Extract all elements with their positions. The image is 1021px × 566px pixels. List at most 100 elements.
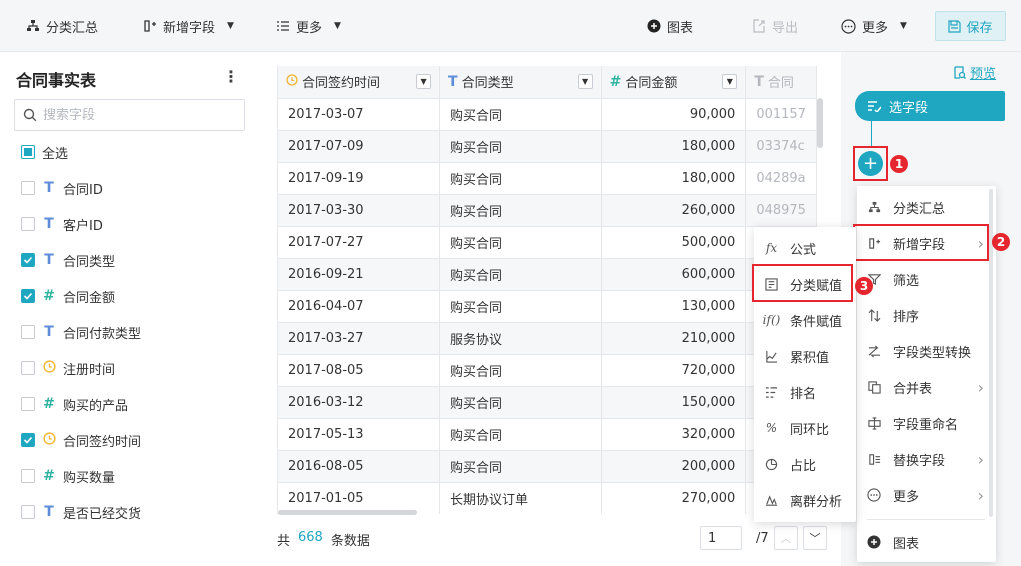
menu-divider bbox=[867, 519, 985, 520]
checkbox-checked[interactable] bbox=[21, 289, 35, 303]
column-header[interactable]: # 合同金额 ▼ bbox=[601, 66, 747, 99]
sort-icon bbox=[867, 308, 881, 322]
plus-circle-icon bbox=[647, 19, 661, 33]
replace-icon bbox=[867, 452, 881, 466]
checkbox[interactable] bbox=[21, 181, 35, 195]
more-left-button[interactable]: 更多 ▼ bbox=[276, 14, 341, 38]
table-row[interactable]: 2017-07-27 购买合同 500,000 bbox=[278, 226, 817, 259]
submenu-item-label: 公式 bbox=[790, 242, 817, 258]
submenu-item[interactable]: 占比 bbox=[754, 446, 856, 482]
menu-item[interactable]: 筛选 bbox=[857, 261, 996, 297]
menu-item[interactable]: 字段重命名 bbox=[857, 405, 996, 441]
vertical-scrollbar[interactable] bbox=[817, 98, 823, 148]
new-field-button[interactable]: 新增字段 ▼ bbox=[143, 14, 234, 38]
column-header[interactable]: T 合同 bbox=[745, 66, 817, 99]
checkbox[interactable] bbox=[21, 217, 35, 231]
table-row[interactable]: 2016-09-21 购买合同 600,000 bbox=[278, 258, 817, 291]
table-cell: 600,000 bbox=[601, 258, 747, 291]
page-number-input[interactable] bbox=[700, 526, 742, 550]
field-label: 合同付款类型 bbox=[63, 326, 142, 342]
submenu-item[interactable]: % 同环比 bbox=[754, 410, 856, 446]
submenu-item[interactable]: if() 条件赋值 bbox=[754, 302, 856, 338]
table-row[interactable]: 2017-05-13 购买合同 320,000 bbox=[278, 418, 817, 451]
field-item[interactable]: T 合同类型 bbox=[21, 250, 115, 270]
checkbox[interactable] bbox=[21, 469, 35, 483]
field-label: 合同类型 bbox=[63, 254, 116, 270]
column-header[interactable]: 合同签约时间 ▼ bbox=[278, 66, 441, 99]
save-label: 保存 bbox=[966, 20, 993, 36]
date-type-icon bbox=[286, 74, 298, 90]
field-item[interactable]: # 合同金额 bbox=[21, 286, 115, 306]
table-row[interactable]: 2017-03-07 购买合同 90,000 001157 bbox=[278, 98, 817, 131]
field-item[interactable]: 合同签约时间 bbox=[21, 430, 141, 450]
table-cell: 2016-04-07 bbox=[278, 290, 441, 323]
field-item[interactable]: # 购买数量 bbox=[21, 466, 115, 486]
column-dropdown-icon[interactable]: ▼ bbox=[416, 74, 432, 89]
table-row[interactable]: 2016-03-12 购买合同 150,000 bbox=[278, 386, 817, 419]
table-row[interactable]: 2017-08-05 购买合同 720,000 bbox=[278, 354, 817, 387]
text-type-icon: T bbox=[44, 216, 54, 232]
checkbox[interactable] bbox=[21, 397, 35, 411]
add-step-button[interactable]: + bbox=[858, 151, 883, 176]
column-dropdown-icon[interactable]: ▼ bbox=[577, 74, 593, 89]
checkbox[interactable] bbox=[21, 361, 35, 375]
column-header-label: 合同金额 bbox=[625, 76, 678, 92]
save-button[interactable]: 保存 bbox=[935, 11, 1006, 41]
table-row[interactable]: 2017-03-27 服务协议 210,000 bbox=[278, 322, 817, 355]
submenu-item[interactable]: 累积值 bbox=[754, 338, 856, 374]
next-page-button[interactable]: ﹀ bbox=[803, 526, 827, 550]
field-item[interactable]: T 客户ID bbox=[21, 214, 103, 234]
export-button[interactable]: 导出 bbox=[752, 14, 798, 38]
menu-item[interactable]: 替换字段 › bbox=[857, 441, 996, 477]
column-dropdown-icon[interactable]: ▼ bbox=[722, 74, 738, 89]
table-row[interactable]: 2016-04-07 购买合同 130,000 bbox=[278, 290, 817, 323]
table-cell: 270,000 bbox=[601, 482, 747, 514]
select-field-node[interactable]: 选字段 bbox=[855, 91, 1005, 121]
field-item[interactable]: T 合同ID bbox=[21, 178, 103, 198]
table-row[interactable]: 2017-09-19 购买合同 180,000 04289a bbox=[278, 162, 817, 195]
field-item[interactable]: 注册时间 bbox=[21, 358, 115, 378]
menu-item[interactable]: 排序 bbox=[857, 297, 996, 333]
field-item[interactable]: T 是否已经交货 bbox=[21, 502, 141, 522]
save-icon bbox=[948, 19, 962, 33]
select-all-checkbox[interactable]: 全选 bbox=[21, 142, 68, 162]
plus-icon: + bbox=[862, 152, 879, 174]
group-summary-button[interactable]: 分类汇总 bbox=[26, 14, 98, 38]
vertical-more-icon[interactable]: ⋮ bbox=[223, 66, 239, 86]
menu-item[interactable]: 分类汇总 bbox=[857, 189, 996, 225]
table-cell: 2017-09-19 bbox=[278, 162, 441, 195]
search-input[interactable] bbox=[43, 107, 233, 123]
checkbox[interactable] bbox=[21, 325, 35, 339]
more-right-button[interactable]: 更多 ▼ bbox=[841, 14, 907, 38]
menu-item[interactable]: 更多 › bbox=[857, 477, 996, 513]
chevron-down-icon: ﹀ bbox=[809, 532, 821, 545]
horizontal-scrollbar[interactable] bbox=[278, 510, 417, 515]
field-item[interactable]: T 合同付款类型 bbox=[21, 322, 141, 342]
menu-item[interactable]: 图表 bbox=[857, 524, 996, 560]
table-row[interactable]: 2017-03-30 购买合同 260,000 048975 bbox=[278, 194, 817, 227]
checkbox[interactable] bbox=[21, 145, 35, 159]
preview-link[interactable]: 预览 bbox=[953, 63, 996, 82]
field-item[interactable]: # 购买的产品 bbox=[21, 394, 128, 414]
chart-button[interactable]: 图表 bbox=[647, 14, 693, 38]
menu-item[interactable]: 字段类型转换 bbox=[857, 333, 996, 369]
submenu-item[interactable]: 离群分析 bbox=[754, 482, 856, 518]
field-label: 购买数量 bbox=[63, 470, 116, 486]
column-header[interactable]: T 合同类型 ▼ bbox=[439, 66, 602, 99]
table-row[interactable]: 2016-08-05 购买合同 200,000 bbox=[278, 450, 817, 483]
checkbox-checked[interactable] bbox=[21, 253, 35, 267]
checkbox[interactable] bbox=[21, 505, 35, 519]
count-prefix: 共 bbox=[277, 534, 291, 549]
submenu-item[interactable]: 排名 bbox=[754, 374, 856, 410]
menu-item[interactable]: 合并表 › bbox=[857, 369, 996, 405]
checkbox-checked[interactable] bbox=[21, 433, 35, 447]
table-cell: 2017-03-07 bbox=[278, 98, 441, 131]
export-icon bbox=[753, 19, 765, 33]
field-label: 是否已经交货 bbox=[63, 506, 142, 522]
table-cell: 500,000 bbox=[601, 226, 747, 259]
submenu-item-label: 条件赋值 bbox=[790, 314, 843, 330]
outlier-icon bbox=[764, 493, 779, 508]
table-row[interactable]: 2017-07-09 购买合同 180,000 03374c bbox=[278, 130, 817, 163]
submenu-item[interactable]: fx 公式 bbox=[754, 230, 856, 266]
prev-page-button[interactable]: ︿ bbox=[774, 526, 798, 550]
